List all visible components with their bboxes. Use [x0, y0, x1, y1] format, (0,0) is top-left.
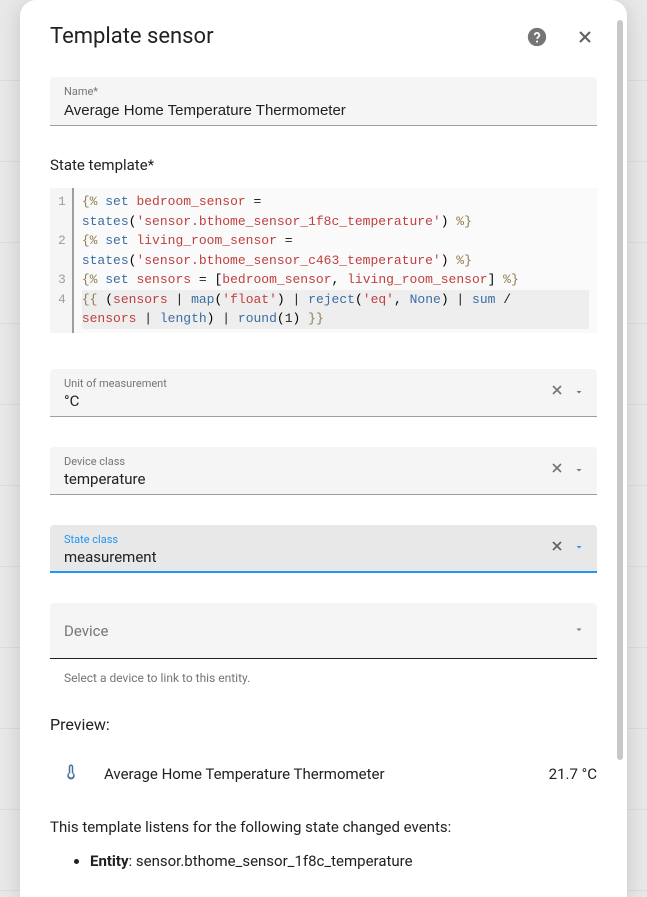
state-class-label: State class: [64, 533, 583, 546]
thermometer-icon: [62, 758, 80, 790]
modal-header: Template sensor: [50, 24, 597, 49]
name-input[interactable]: [64, 102, 583, 119]
state-class-field[interactable]: State class measurement: [50, 525, 597, 573]
clear-icon[interactable]: [549, 460, 565, 480]
chevron-down-icon[interactable]: [573, 621, 585, 640]
preview-label: Preview:: [50, 715, 597, 734]
device-label: Device: [64, 622, 108, 640]
chevron-down-icon[interactable]: [573, 383, 585, 402]
device-class-value: temperature: [64, 470, 583, 488]
code-gutter: 1 2 34: [50, 188, 74, 333]
close-icon[interactable]: [573, 25, 597, 49]
state-template-label: State template*: [50, 156, 597, 174]
scrollbar[interactable]: [617, 20, 623, 760]
state-class-value: measurement: [64, 548, 583, 566]
device-class-field[interactable]: Device class temperature: [50, 447, 597, 495]
help-icon[interactable]: [525, 25, 549, 49]
unit-field[interactable]: Unit of measurement °C: [50, 369, 597, 417]
modal-title: Template sensor: [50, 24, 214, 49]
name-label: Name*: [64, 85, 583, 98]
code-content[interactable]: {% set bedroom_sensor = states('sensor.b…: [74, 188, 597, 333]
clear-icon[interactable]: [549, 382, 565, 402]
preview-entity-value: 21.7 °C: [549, 765, 597, 783]
unit-label: Unit of measurement: [64, 377, 583, 390]
chevron-down-icon[interactable]: [573, 538, 585, 557]
template-sensor-modal: Template sensor Name* State template* 1 …: [20, 0, 627, 897]
preview-entity-name: Average Home Temperature Thermometer: [104, 765, 525, 783]
state-template-editor[interactable]: 1 2 34 {% set bedroom_sensor = states('s…: [50, 188, 597, 333]
name-field[interactable]: Name*: [50, 77, 597, 126]
clear-icon[interactable]: [549, 538, 565, 558]
entity-list: Entity: sensor.bthome_sensor_1f8c_temper…: [90, 852, 597, 870]
device-field[interactable]: Device: [50, 603, 597, 659]
preview-row: Average Home Temperature Thermometer 21.…: [50, 758, 597, 790]
header-actions: [525, 25, 597, 49]
device-helper-text: Select a device to link to this entity.: [64, 671, 597, 685]
listen-events-text: This template listens for the following …: [50, 818, 597, 836]
device-class-label: Device class: [64, 455, 583, 468]
chevron-down-icon[interactable]: [573, 461, 585, 480]
list-item: Entity: sensor.bthome_sensor_1f8c_temper…: [90, 852, 597, 870]
unit-value: °C: [64, 392, 583, 410]
